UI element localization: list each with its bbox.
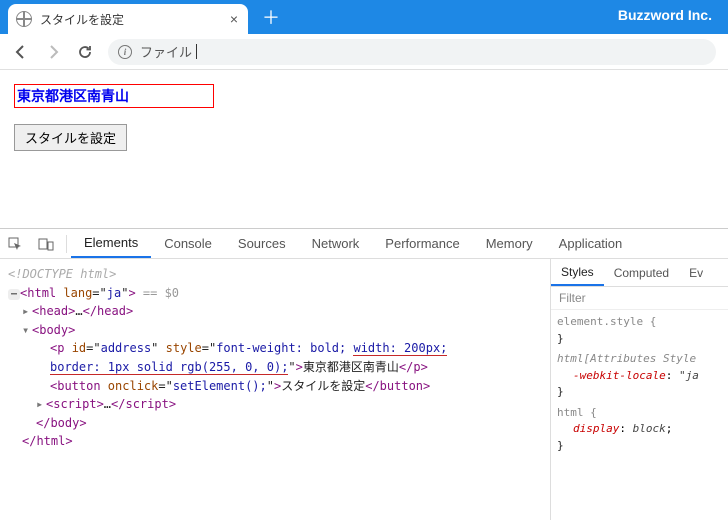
caret-down-icon[interactable]: ▾ (22, 321, 32, 340)
browser-tab[interactable]: スタイルを設定 × (8, 4, 248, 34)
globe-icon (16, 11, 32, 27)
forward-button[interactable] (44, 43, 62, 61)
tab-styles[interactable]: Styles (551, 259, 604, 286)
dom-line[interactable]: border: 1px solid rgb(255, 0, 0);">東京都港区… (8, 358, 542, 377)
brand-label: Buzzword Inc. (618, 7, 712, 23)
tab-console[interactable]: Console (151, 229, 225, 258)
rule-selector: html { (557, 406, 597, 419)
browser-toolbar: i ファイル (0, 34, 728, 70)
caret-right-icon[interactable]: ▸ (36, 395, 46, 414)
rule-brace: } (557, 439, 564, 452)
dom-line[interactable]: ▸<script>…</script> (8, 395, 542, 414)
dom-line[interactable]: <!DOCTYPE html> (8, 265, 542, 284)
dom-line[interactable]: <p id="address" style="font-weight: bold… (8, 339, 542, 358)
rule-brace: } (557, 332, 564, 345)
dom-tree[interactable]: <!DOCTYPE html> ⋯<html lang="ja"> == $0 … (0, 259, 550, 520)
dom-line[interactable]: </html> (8, 432, 542, 451)
tab-title: スタイルを設定 (40, 11, 222, 28)
filter-placeholder: Filter (559, 291, 586, 305)
address-bar[interactable]: i ファイル (108, 39, 716, 65)
tab-network[interactable]: Network (299, 229, 373, 258)
styles-pane: Styles Computed Ev Filter element.style … (550, 259, 728, 520)
tab-elements[interactable]: Elements (71, 229, 151, 258)
back-button[interactable] (12, 43, 30, 61)
text-caret (196, 44, 197, 59)
rule-prop: -webkit-locale (573, 369, 666, 382)
ellipsis-icon: ⋯ (8, 289, 20, 300)
set-style-button[interactable]: スタイルを設定 (14, 124, 127, 151)
caret-right-icon[interactable]: ▸ (22, 302, 32, 321)
inspect-icon[interactable] (0, 237, 30, 251)
dom-line[interactable]: </body> (8, 414, 542, 433)
styles-tabs: Styles Computed Ev (551, 259, 728, 287)
dom-line[interactable]: ▾<body> (8, 321, 542, 340)
devtools-body: <!DOCTYPE html> ⋯<html lang="ja"> == $0 … (0, 259, 728, 520)
tab-performance[interactable]: Performance (372, 229, 472, 258)
devtools-tabs: Elements Console Sources Network Perform… (0, 229, 728, 259)
devtools-panel: Elements Console Sources Network Perform… (0, 228, 728, 520)
browser-header: スタイルを設定 × ＋ Buzzword Inc. (0, 0, 728, 34)
close-icon[interactable]: × (230, 11, 238, 27)
new-tab-button[interactable]: ＋ (262, 4, 280, 30)
styles-rules[interactable]: element.style { } html[Attributes Style … (551, 310, 728, 462)
info-icon: i (118, 45, 132, 59)
tab-application[interactable]: Application (546, 229, 636, 258)
tab-sources[interactable]: Sources (225, 229, 299, 258)
tab-memory[interactable]: Memory (473, 229, 546, 258)
device-icon[interactable] (30, 237, 62, 251)
address-text: ファイル (140, 42, 192, 61)
rule-prop: display (573, 422, 619, 435)
dom-line[interactable]: <button onclick="setElement();">スタイルを設定<… (8, 377, 542, 396)
divider (66, 235, 67, 253)
rule-selector: html[Attributes Style (557, 352, 696, 365)
rule-val: "ja (679, 369, 699, 382)
rule-brace: } (557, 385, 564, 398)
rule-selector: element.style { (557, 315, 656, 328)
page-content: 東京都港区南青山 スタイルを設定 (0, 70, 728, 228)
reload-button[interactable] (76, 43, 94, 61)
dom-line[interactable]: ▸<head>…</head> (8, 302, 542, 321)
tab-computed[interactable]: Computed (604, 259, 679, 286)
rule-val: block (633, 422, 666, 435)
styles-filter[interactable]: Filter (551, 287, 728, 310)
dom-line[interactable]: ⋯<html lang="ja"> == $0 (8, 284, 542, 303)
address-paragraph: 東京都港区南青山 (14, 84, 214, 108)
tab-events[interactable]: Ev (679, 259, 713, 286)
